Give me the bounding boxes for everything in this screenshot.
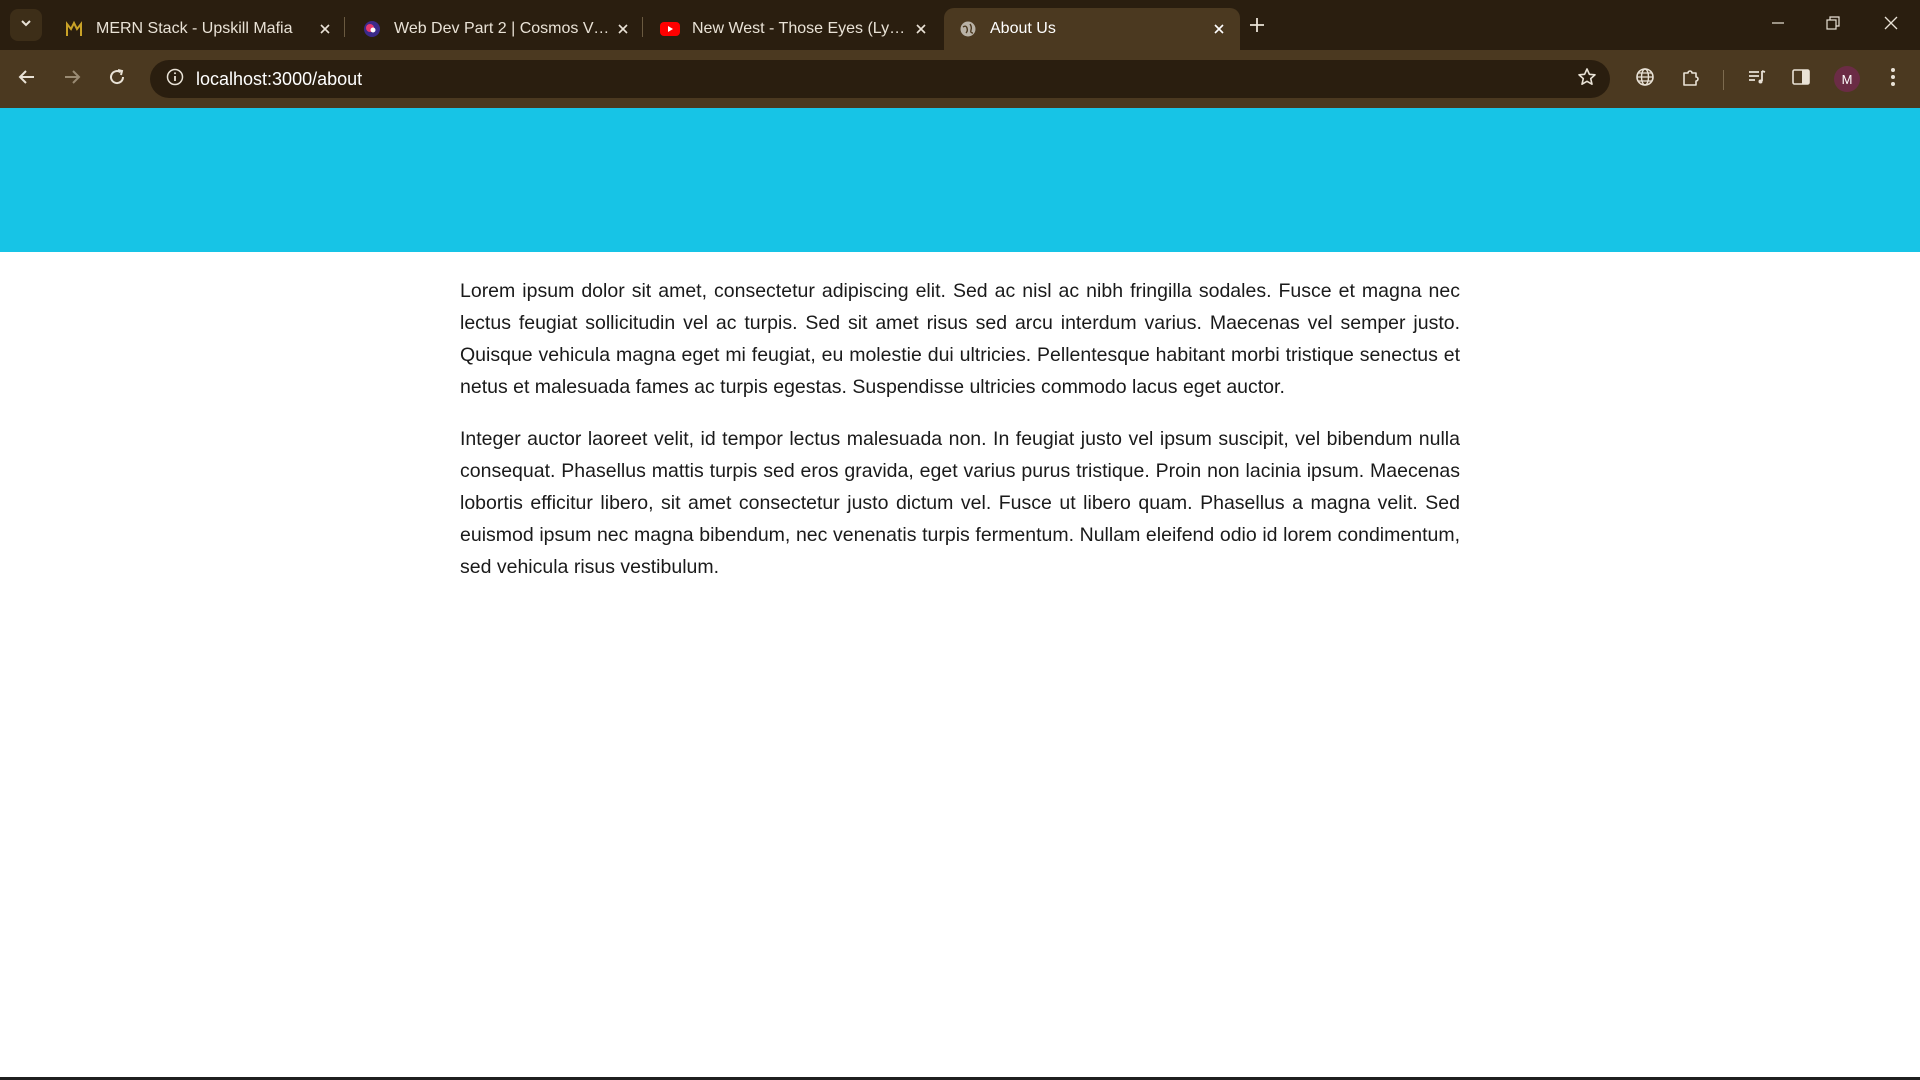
tab-about-us[interactable]: About Us <box>944 8 1240 50</box>
site-info-button[interactable] <box>162 66 188 92</box>
tab-title: New West - Those Eyes (Lyrics) <box>692 20 910 37</box>
restore-icon <box>1826 15 1840 35</box>
menu-button[interactable] <box>1876 62 1910 96</box>
close-icon[interactable] <box>910 18 932 40</box>
close-icon[interactable] <box>612 18 634 40</box>
music-queue-icon <box>1747 67 1767 92</box>
browser-toolbar: localhost:3000/about M <box>0 50 1920 108</box>
address-bar-url[interactable]: localhost:3000/about <box>196 69 362 90</box>
tab-separator <box>344 17 345 37</box>
toolbar-divider <box>1723 70 1724 90</box>
tab-new-west-those-eyes[interactable]: New West - Those Eyes (Lyrics) <box>646 8 942 50</box>
tab-title: MERN Stack - Upskill Mafia <box>96 20 293 37</box>
back-arrow-icon <box>18 68 36 91</box>
about-content: Lorem ipsum dolor sit amet, consectetur … <box>460 275 1460 603</box>
globe-icon <box>1635 67 1655 92</box>
star-icon <box>1577 67 1597 92</box>
forward-button[interactable] <box>55 62 89 96</box>
bookmark-button[interactable] <box>1572 64 1602 94</box>
tab-separator <box>642 17 643 37</box>
tab-web-dev-part-2[interactable]: Web Dev Part 2 | Cosmos Video <box>348 8 644 50</box>
about-paragraph-1: Lorem ipsum dolor sit amet, consectetur … <box>460 280 1460 398</box>
close-window-button[interactable] <box>1876 10 1906 40</box>
upskill-mafia-icon <box>64 19 84 39</box>
tab-mern-stack[interactable]: MERN Stack - Upskill Mafia <box>50 8 346 50</box>
translate-button[interactable] <box>1628 62 1662 96</box>
side-panel-button[interactable] <box>1784 62 1818 96</box>
side-panel-icon <box>1791 67 1811 92</box>
tab-search-button[interactable] <box>10 9 42 41</box>
new-tab-button[interactable] <box>1243 13 1271 41</box>
minimize-button[interactable] <box>1763 10 1793 40</box>
kebab-menu-icon <box>1890 67 1896 92</box>
reload-button[interactable] <box>100 62 134 96</box>
extensions-button[interactable] <box>1674 62 1708 96</box>
media-controls-button[interactable] <box>1740 62 1774 96</box>
puzzle-icon <box>1681 67 1701 92</box>
minimize-icon <box>1771 16 1785 35</box>
forward-arrow-icon <box>63 68 81 91</box>
chevron-down-icon <box>19 16 33 35</box>
info-icon <box>166 68 184 91</box>
tab-strip: MERN Stack - Upskill Mafia Web Dev Part … <box>0 0 1920 50</box>
close-icon[interactable] <box>314 18 336 40</box>
back-button[interactable] <box>10 62 44 96</box>
tab-title: About Us <box>990 20 1056 37</box>
cosmos-video-icon <box>362 19 382 39</box>
youtube-icon <box>660 19 680 39</box>
about-paragraph-2: Integer auctor laoreet velit, id tempor … <box>460 428 1460 578</box>
plus-icon <box>1249 17 1265 38</box>
restore-button[interactable] <box>1818 10 1848 40</box>
globe-icon <box>958 19 978 39</box>
reload-icon <box>108 68 126 91</box>
address-bar[interactable]: localhost:3000/about <box>150 60 1610 98</box>
hero-banner <box>0 108 1920 252</box>
tab-title: Web Dev Part 2 | Cosmos Video <box>394 20 612 37</box>
profile-avatar[interactable]: M <box>1834 66 1860 92</box>
close-icon[interactable] <box>1208 18 1230 40</box>
close-icon <box>1884 16 1898 35</box>
